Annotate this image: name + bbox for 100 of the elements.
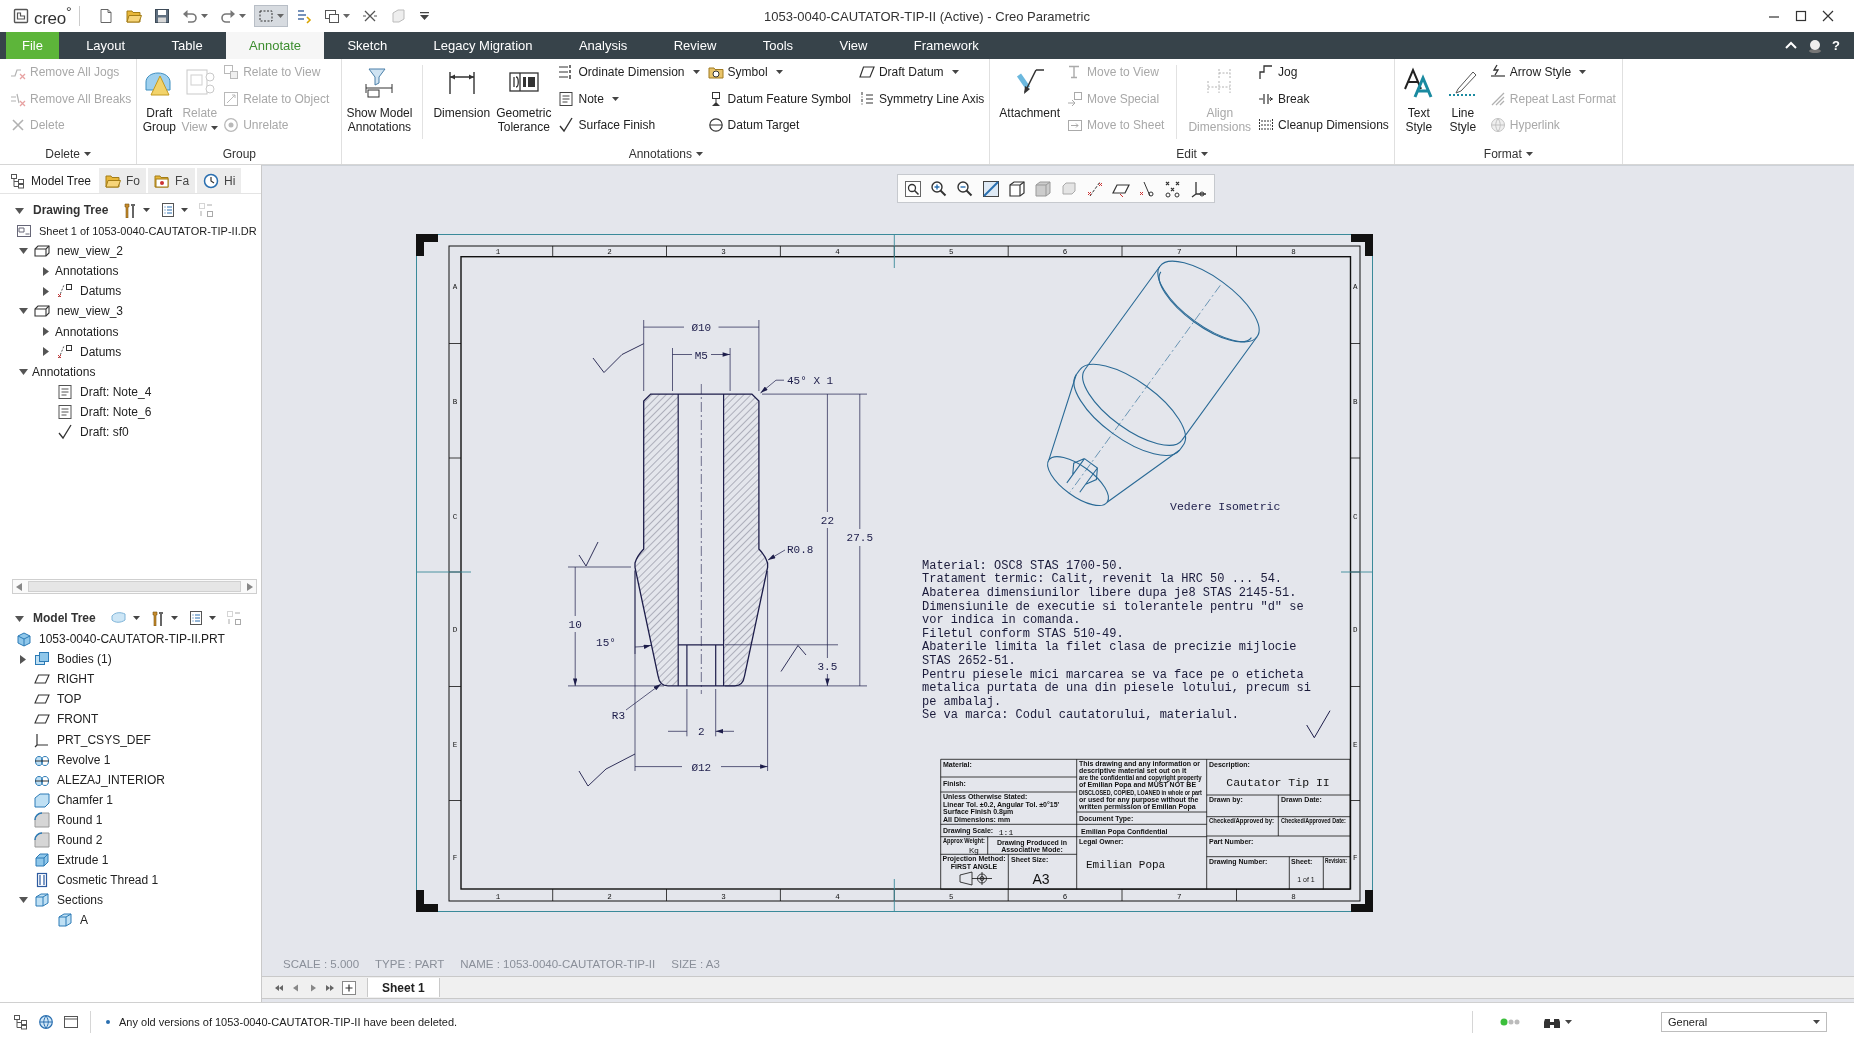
tree-item[interactable]: Revolve 1: [14, 749, 111, 770]
ribbon-button[interactable]: Datum Target: [705, 112, 853, 139]
tree-item[interactable]: Annotations: [14, 361, 96, 382]
previous-sheet-icon[interactable]: [291, 982, 301, 993]
tree-item[interactable]: FRONT: [14, 709, 99, 730]
ribbon-tab[interactable]: Tools: [739, 32, 817, 59]
customize-caret-icon[interactable]: [420, 12, 430, 20]
tree-item[interactable]: Extrude 1: [14, 850, 109, 871]
ribbon-tab[interactable]: Analysis: [555, 32, 651, 59]
caret-right-icon[interactable]: [43, 266, 49, 276]
caret-down-icon[interactable]: [15, 205, 24, 215]
caret-right-icon[interactable]: [20, 654, 26, 664]
tree-item[interactable]: Round 2: [14, 829, 103, 851]
tree-item[interactable]: TOP: [14, 689, 82, 710]
list-icon[interactable]: [160, 202, 177, 218]
browser-icon[interactable]: [38, 1013, 54, 1030]
point-display-icon[interactable]: [1138, 179, 1156, 198]
tree-item[interactable]: PRT_CSYS_DEF: [14, 729, 151, 750]
ribbon-tab[interactable]: Legacy Migration: [410, 32, 556, 59]
ribbon-button[interactable]: Show Model Annotations: [345, 59, 414, 143]
group-label[interactable]: Delete: [0, 143, 137, 164]
caret-icon[interactable]: [343, 14, 351, 18]
folder-icon[interactable]: [126, 8, 143, 24]
sphere-icon[interactable]: [1807, 37, 1824, 54]
add-sheet-icon[interactable]: [342, 980, 356, 995]
tree-item[interactable]: Draft: sf0: [37, 421, 129, 443]
ribbon-tab[interactable]: Annotate: [225, 32, 325, 59]
scroll-right-icon[interactable]: [247, 582, 253, 591]
ribbon-button[interactable]: Symmetry Line Axis: [856, 85, 987, 112]
ribbon-button[interactable]: Line Style: [1443, 59, 1482, 143]
group-label[interactable]: Annotations: [342, 143, 990, 164]
ribbon-button[interactable]: Symbol: [705, 59, 853, 86]
tree-item[interactable]: Sheet 1 of 1053-0040-CAUTATOR-TIP-II.DR: [14, 221, 257, 242]
repaint-icon[interactable]: [982, 179, 1000, 198]
ribbon-tab[interactable]: Framework: [890, 32, 1002, 59]
ribbon-button[interactable]: Jog: [1256, 59, 1391, 86]
filter-dropdown[interactable]: General: [1661, 1011, 1827, 1032]
ribbon-button[interactable]: Break: [1256, 85, 1391, 112]
tree-item[interactable]: 1053-0040-CAUTATOR-TIP-II.PRT: [14, 629, 225, 650]
ribbon-button[interactable]: Geometric Tolerance: [495, 59, 553, 143]
caret-right-icon[interactable]: [43, 347, 49, 357]
horizontal-scrollbar[interactable]: [12, 579, 257, 594]
tree-item[interactable]: new_view_2: [14, 241, 124, 262]
help-button[interactable]: ?: [1832, 38, 1840, 53]
ribbon-button[interactable]: Arrow Style: [1487, 59, 1618, 86]
navigator-tab[interactable]: Fa: [148, 168, 196, 193]
tree-item[interactable]: ALEZAJ_INTERIOR: [14, 769, 166, 790]
caret-down-icon[interactable]: [18, 248, 28, 255]
ribbon-button[interactable]: Datum Feature Symbol: [705, 85, 853, 112]
ribbon-tab[interactable]: Layout: [62, 32, 149, 59]
refit-icon[interactable]: [904, 179, 922, 198]
tree-icon[interactable]: [13, 1013, 29, 1030]
navigator-tab[interactable]: Fo: [99, 168, 147, 193]
group-label[interactable]: Edit: [990, 143, 1394, 164]
next-sheet-icon[interactable]: [308, 982, 318, 993]
ribbon-button[interactable]: Dimension: [432, 59, 492, 143]
ribbon-button[interactable]: Draft Group: [140, 59, 179, 143]
caret-icon[interactable]: [1565, 1019, 1572, 1024]
scroll-left-icon[interactable]: [16, 582, 22, 591]
caret-right-icon[interactable]: [43, 286, 49, 296]
tree-item[interactable]: Draft: Note_4: [37, 381, 152, 402]
first-sheet-icon[interactable]: [274, 982, 284, 993]
save-icon[interactable]: [154, 8, 171, 24]
maximize-icon[interactable]: [1794, 9, 1808, 23]
last-sheet-icon[interactable]: [325, 982, 335, 993]
tree-item[interactable]: Bodies (1): [14, 649, 112, 670]
caret-icon[interactable]: [239, 14, 247, 18]
selection-box-icon[interactable]: [258, 8, 275, 24]
zoom-in-icon[interactable]: [930, 179, 948, 198]
caret-icon[interactable]: [201, 14, 209, 18]
tree-item[interactable]: RIGHT: [14, 669, 95, 690]
redo-icon[interactable]: [220, 8, 237, 24]
csys-display-icon[interactable]: [1190, 179, 1208, 198]
caret-down-icon[interactable]: [18, 368, 28, 375]
tree-item[interactable]: Sections: [14, 890, 104, 911]
sheet-tab[interactable]: Sheet 1: [367, 978, 440, 997]
ribbon-tab[interactable]: Review: [650, 32, 740, 59]
ribbon-tab[interactable]: Sketch: [324, 32, 411, 59]
tree-item[interactable]: Draft: Note_6: [37, 401, 152, 422]
new-file-icon[interactable]: [98, 8, 115, 24]
points-display-icon[interactable]: [1164, 179, 1182, 198]
ribbon-tab[interactable]: View: [816, 32, 891, 59]
regenerate-icon[interactable]: [296, 8, 313, 24]
group-label[interactable]: Format: [1394, 143, 1622, 164]
windows-icon[interactable]: [324, 8, 341, 24]
zoom-out-icon[interactable]: [956, 179, 974, 198]
ribbon-button[interactable]: Cleanup Dimensions: [1256, 112, 1391, 139]
window-icon[interactable]: [63, 1013, 79, 1030]
tree-item[interactable]: Datums: [37, 341, 122, 362]
caret-icon[interactable]: [277, 14, 285, 18]
tools-icon[interactable]: [149, 610, 166, 626]
navigator-tab[interactable]: Hi: [197, 168, 242, 193]
ribbon-button[interactable]: Attachment: [998, 59, 1061, 143]
tree-item[interactable]: Datums: [37, 281, 122, 302]
close-window-icon[interactable]: [362, 8, 379, 24]
undo-icon[interactable]: [182, 8, 199, 24]
ribbon-button[interactable]: Ordinate Dimension: [556, 59, 702, 86]
caret-down-icon[interactable]: [18, 897, 28, 904]
tree-item[interactable]: Annotations: [37, 261, 119, 282]
tree-item[interactable]: Annotations: [37, 321, 119, 342]
